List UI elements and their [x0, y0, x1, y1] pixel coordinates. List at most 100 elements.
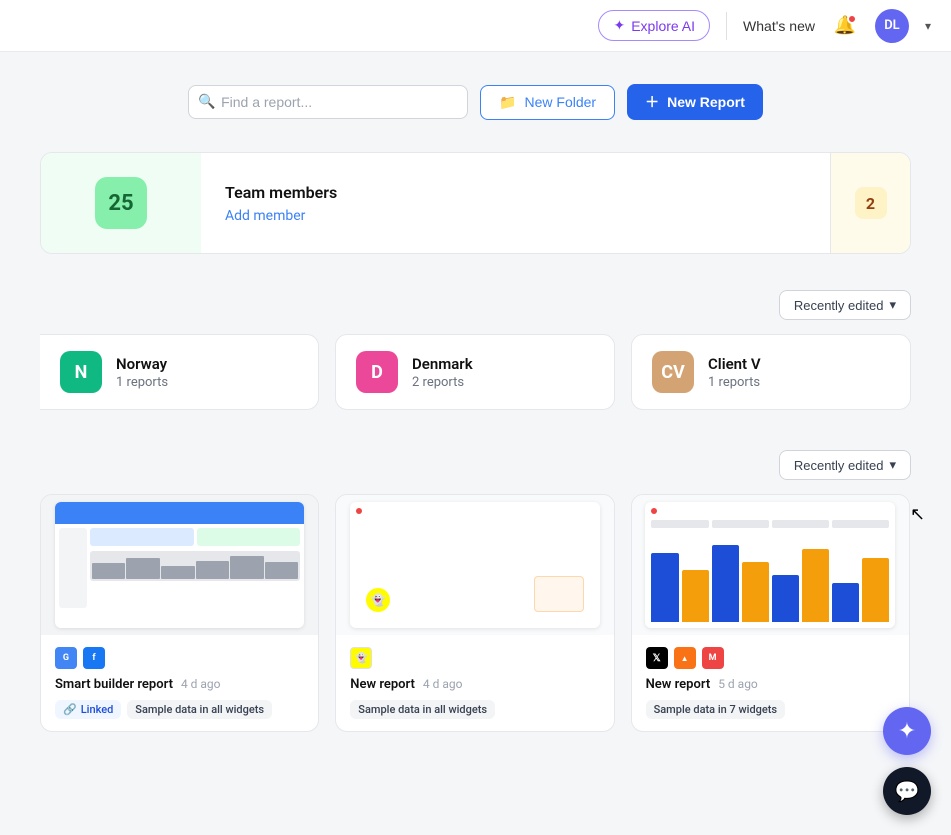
chevron-down-icon: ▾ [889, 297, 896, 313]
folder-name-clientv: Client V [708, 355, 761, 373]
report-card-new-1[interactable]: 👻 👻 New report 4 d ago [335, 494, 614, 732]
report-brand-icons-2: 👻 [350, 647, 599, 669]
team-info: Team members Add member [201, 153, 830, 253]
thumb-content-1 [41, 495, 318, 635]
thumb-sidebar [59, 528, 87, 608]
folder-info-clientv: Client V 1 reports [708, 355, 761, 390]
add-member-link[interactable]: Add member [225, 208, 806, 224]
magento-icon: M [702, 647, 724, 669]
plus-icon: ＋ [645, 92, 659, 112]
tag-sample-data-1: Sample data in all widgets [127, 700, 272, 719]
fab-chat-button[interactable]: 💬 [883, 767, 931, 815]
report-thumb-smart-builder [41, 495, 318, 635]
tag-sample-data-3: Sample data in 7 widgets [646, 700, 786, 719]
folders-recently-edited-button[interactable]: Recently edited ▾ [779, 290, 911, 320]
folder-card-norway[interactable]: N Norway 1 reports [40, 334, 319, 410]
folder-count-denmark: 2 reports [412, 375, 473, 390]
x-twitter-icon: 𝕏 [646, 647, 668, 669]
explore-ai-label: Explore AI [631, 18, 695, 34]
folder-icon-norway: N [60, 351, 102, 393]
notification-dot [847, 14, 857, 24]
report-brand-icons-3: 𝕏 ▲ M [646, 647, 895, 669]
whats-new-button[interactable]: What's new [743, 18, 815, 34]
reports-section-header: Recently edited ▾ [40, 450, 911, 480]
add-member-label: Add member [225, 208, 305, 224]
team-pending-box: 2 [830, 153, 910, 253]
report-title-2: New report [350, 677, 415, 692]
report-thumb-new-1: 👻 [336, 495, 613, 635]
search-input[interactable] [188, 85, 468, 119]
topbar: ✦ Explore AI What's new 🔔 DL ▾ [0, 0, 951, 52]
folders-section-header: Recently edited ▾ [40, 290, 911, 320]
avatar[interactable]: DL [875, 9, 909, 43]
folder-name-norway: Norway [116, 355, 168, 373]
reports-chevron-down-icon: ▾ [889, 457, 896, 473]
new-report-button[interactable]: ＋ New Report [627, 84, 763, 120]
thumb-content-3 [632, 495, 909, 635]
thumb-main-content [90, 528, 301, 608]
folder-card-denmark[interactable]: D Denmark 2 reports [335, 334, 615, 410]
team-count: 25 [108, 191, 133, 216]
folder-count-clientv: 1 reports [708, 375, 761, 390]
sparkle-fab-icon: ✦ [898, 719, 916, 744]
thumb-topbar [55, 502, 305, 524]
team-members-section: 25 Team members Add member 2 [40, 152, 911, 254]
search-wrap: 🔍 [188, 85, 468, 119]
folder-card-clientv[interactable]: CV Client V 1 reports [631, 334, 911, 410]
team-title: Team members [225, 183, 806, 202]
report-time-3: 5 d ago [718, 677, 758, 691]
tag-sample-data-2: Sample data in all widgets [350, 700, 495, 719]
report-brand-icons-1: G f [55, 647, 304, 669]
reports-recently-edited-button[interactable]: Recently edited ▾ [779, 450, 911, 480]
folder-icon: 📁 [499, 94, 516, 111]
avatar-initials: DL [884, 18, 900, 33]
report-title-row-1: Smart builder report 4 d ago [55, 677, 304, 692]
team-pending-badge: 2 [855, 187, 887, 219]
report-card-new-2[interactable]: 𝕏 ▲ M New report 5 d ago Sample data in … [631, 494, 910, 732]
report-title-row-3: New report 5 d ago [646, 677, 895, 692]
folder-count-norway: 1 reports [116, 375, 168, 390]
thumb-blank: 👻 [350, 502, 600, 628]
tag-linked: 🔗 Linked [55, 700, 121, 719]
whats-new-label: What's new [743, 18, 815, 34]
report-title-1: Smart builder report [55, 677, 173, 692]
report-time-2: 4 d ago [423, 677, 463, 691]
avatar-chevron-icon[interactable]: ▾ [925, 19, 931, 33]
link-icon: 🔗 [63, 703, 77, 716]
report-tags-1: 🔗 Linked Sample data in all widgets [55, 700, 304, 719]
folder-icon-denmark: D [356, 351, 398, 393]
notification-bell[interactable]: 🔔 [831, 12, 859, 40]
folder-name-denmark: Denmark [412, 355, 473, 373]
divider [726, 12, 727, 40]
folder-info-norway: Norway 1 reports [116, 355, 168, 390]
folders-recently-edited-label: Recently edited [794, 298, 884, 313]
report-title-3: New report [646, 677, 711, 692]
main-content: 🔍 📁 New Folder ＋ New Report 25 Team memb… [0, 52, 951, 784]
new-folder-label: New Folder [525, 94, 597, 110]
search-action-bar: 🔍 📁 New Folder ＋ New Report [40, 84, 911, 120]
team-count-badge: 25 [95, 177, 147, 229]
folder-info-denmark: Denmark 2 reports [412, 355, 473, 390]
search-icon: 🔍 [198, 94, 215, 110]
thumb-dot-red-3 [651, 508, 657, 514]
thumb-big-chart [651, 532, 889, 622]
fab-sparkle-button[interactable]: ✦ [883, 707, 931, 755]
thumb-brand-icon-area: 👻 [366, 588, 390, 612]
thumb-dashboard [55, 502, 305, 628]
thumb-barchart [645, 502, 895, 628]
thumb-chart [90, 551, 301, 581]
report-title-row-2: New report 4 d ago [350, 677, 599, 692]
thumb-body [55, 524, 305, 612]
new-report-label: New Report [667, 94, 745, 110]
thumb-dot-red [356, 508, 362, 514]
report-tags-2: Sample data in all widgets [350, 700, 599, 719]
explore-ai-button[interactable]: ✦ Explore AI [598, 10, 710, 41]
new-folder-button[interactable]: 📁 New Folder [480, 85, 615, 120]
team-pending-count: 2 [866, 194, 875, 213]
google-icon: G [55, 647, 77, 669]
folders-row: N Norway 1 reports D Denmark 2 reports C… [40, 334, 911, 410]
report-card-smart-builder[interactable]: G f Smart builder report 4 d ago 🔗 Linke… [40, 494, 319, 732]
thumb-widget [534, 576, 584, 612]
snapchat-brand-icon: 👻 [350, 647, 372, 669]
report-card-body-2: 👻 New report 4 d ago Sample data in all … [336, 635, 613, 731]
